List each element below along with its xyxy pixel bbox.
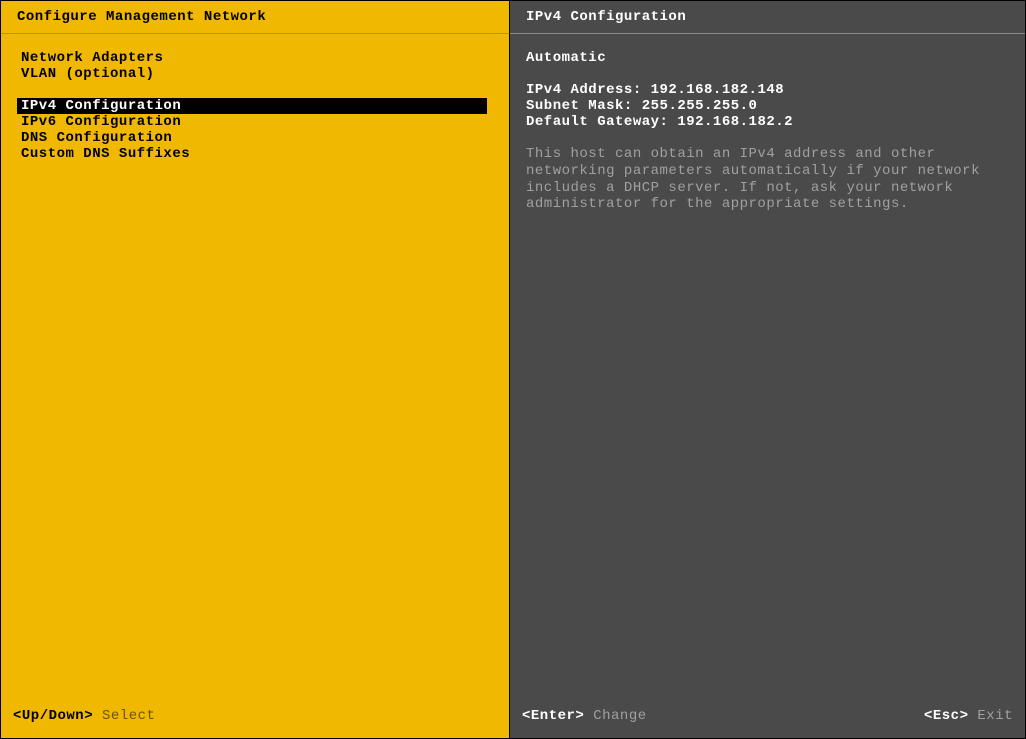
menu-item-dns-config[interactable]: DNS Configuration — [17, 130, 487, 146]
menu-item-custom-dns-suffixes[interactable]: Custom DNS Suffixes — [17, 146, 487, 162]
default-gateway-label: Default Gateway: — [526, 114, 668, 130]
left-footer: <Up/Down> Select — [1, 700, 509, 738]
right-panel: IPv4 Configuration Automatic IPv4 Addres… — [510, 1, 1025, 738]
right-footer: <Enter> Change <Esc> Exit — [510, 700, 1025, 738]
footer-action-select: Select — [102, 708, 155, 724]
footer-key-esc: <Esc> — [924, 708, 969, 724]
ipv4-address-label: IPv4 Address: — [526, 82, 642, 98]
menu-group-adapters: Network Adapters VLAN (optional) — [17, 50, 501, 82]
right-panel-title: IPv4 Configuration — [510, 1, 1025, 34]
footer-esc-group: <Esc> Exit — [924, 708, 1013, 724]
footer-action-exit: Exit — [977, 708, 1013, 724]
subnet-mask-label: Subnet Mask: — [526, 98, 633, 114]
footer-key-enter: <Enter> — [522, 708, 584, 724]
default-gateway-line: Default Gateway: 192.168.182.2 — [526, 114, 1009, 130]
ipv4-address-line: IPv4 Address: 192.168.182.148 — [526, 82, 1009, 98]
footer-action-change: Change — [593, 708, 646, 724]
menu-item-vlan[interactable]: VLAN (optional) — [17, 66, 487, 82]
menu-group-config: IPv4 Configuration IPv6 Configuration DN… — [17, 98, 501, 162]
subnet-mask-value: 255.255.255.0 — [642, 98, 758, 114]
footer-key-updown: <Up/Down> — [13, 708, 93, 724]
left-panel-title: Configure Management Network — [1, 1, 509, 34]
config-mode: Automatic — [526, 50, 1009, 66]
config-mode-block: Automatic — [526, 50, 1009, 66]
footer-enter-group: <Enter> Change — [522, 708, 647, 724]
help-text: This host can obtain an IPv4 address and… — [526, 146, 1009, 213]
menu-item-network-adapters[interactable]: Network Adapters — [17, 50, 487, 66]
main-container: Configure Management Network Network Ada… — [0, 0, 1026, 739]
right-body: Automatic IPv4 Address: 192.168.182.148 … — [510, 34, 1025, 700]
default-gateway-value: 192.168.182.2 — [677, 114, 793, 130]
ipv4-address-value: 192.168.182.148 — [651, 82, 785, 98]
left-panel: Configure Management Network Network Ada… — [1, 1, 510, 738]
subnet-mask-line: Subnet Mask: 255.255.255.0 — [526, 98, 1009, 114]
menu-item-ipv4-config[interactable]: IPv4 Configuration — [17, 98, 487, 114]
menu-item-ipv6-config[interactable]: IPv6 Configuration — [17, 114, 487, 130]
network-info-block: IPv4 Address: 192.168.182.148 Subnet Mas… — [526, 82, 1009, 130]
left-menu: Network Adapters VLAN (optional) IPv4 Co… — [1, 34, 509, 700]
